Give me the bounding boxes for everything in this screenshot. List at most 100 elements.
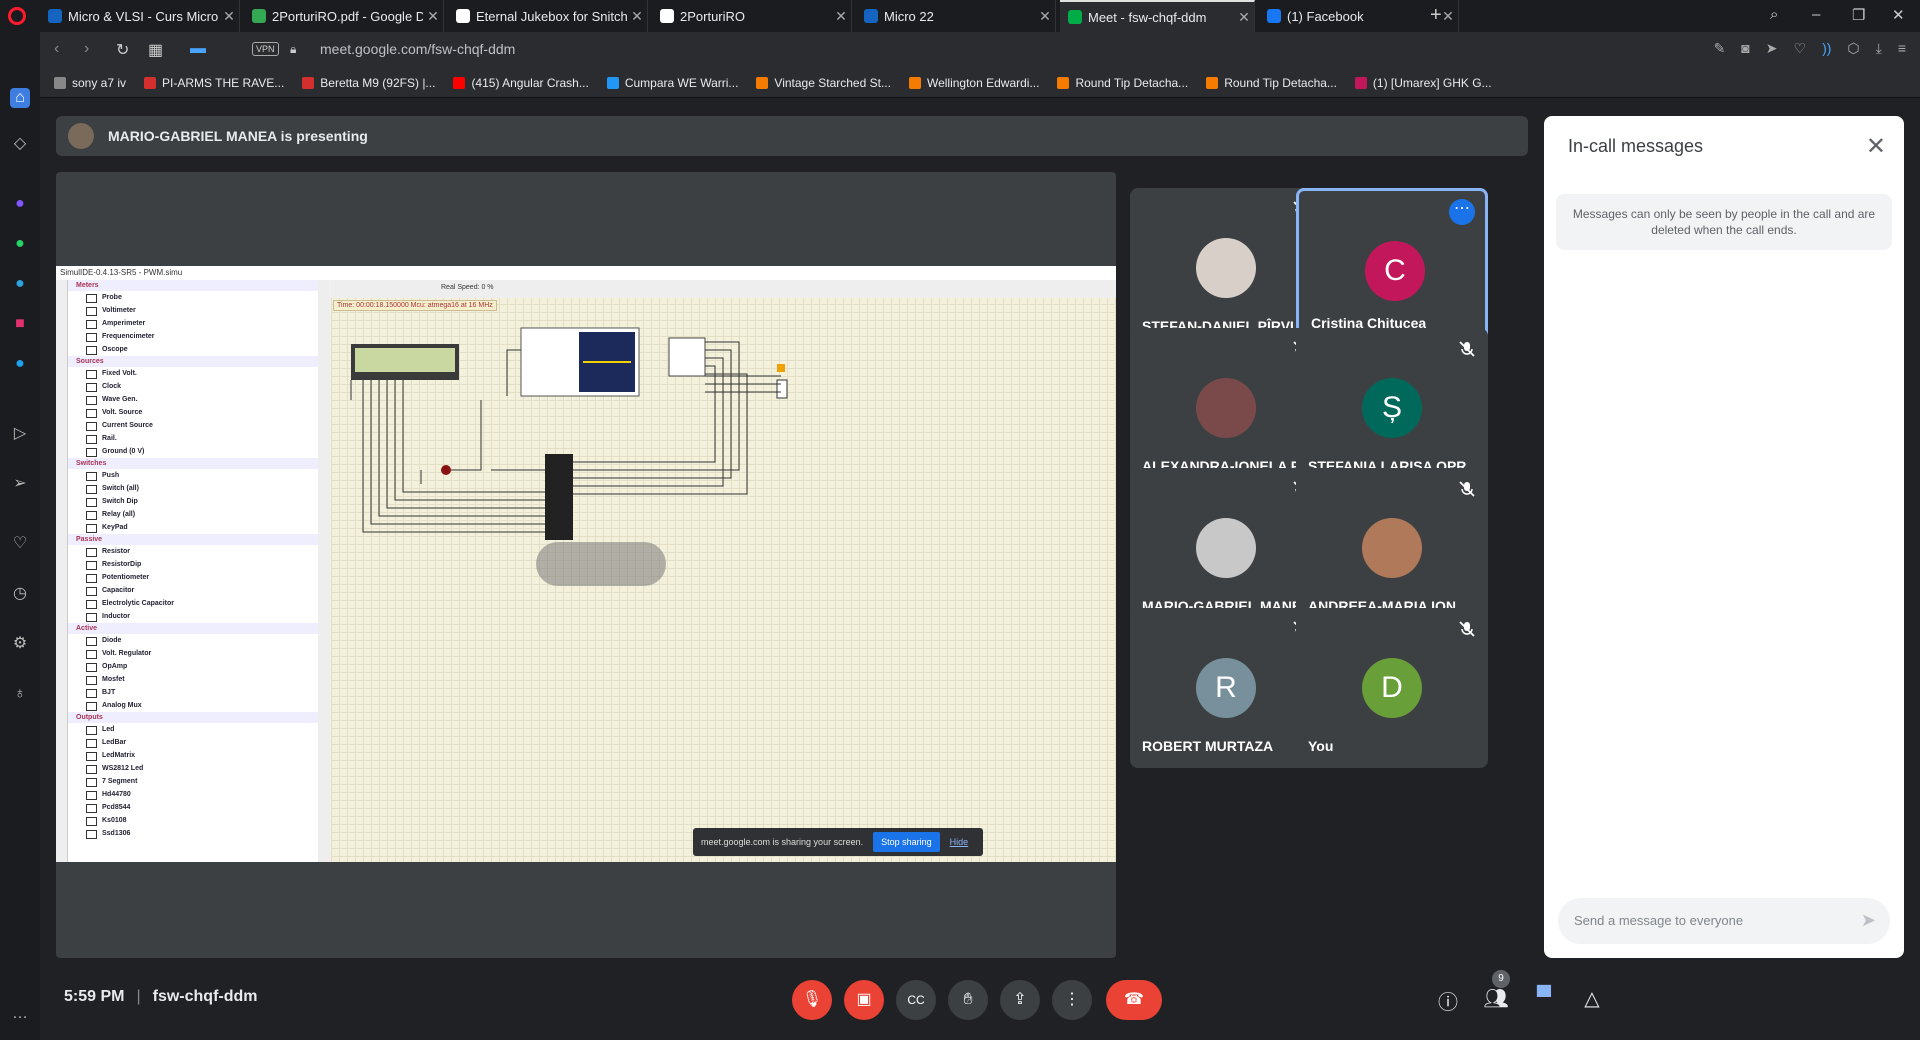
component-item[interactable]: Pcd8544 <box>68 801 318 814</box>
stop-sharing-button[interactable]: Stop sharing <box>873 832 940 852</box>
cube-icon[interactable]: ⬡ <box>1847 40 1859 57</box>
messenger-icon[interactable]: ● <box>10 194 30 214</box>
bookmark-item[interactable]: Round Tip Detacha... <box>1057 76 1188 90</box>
component-item[interactable]: Switch Dip <box>68 495 318 508</box>
more-options-button[interactable]: ⋮ <box>1052 980 1092 1020</box>
instagram-icon[interactable]: ■ <box>10 314 30 334</box>
bookmark-item[interactable]: (415) Angular Crash... <box>453 76 589 90</box>
component-item[interactable]: OpAmp <box>68 660 318 673</box>
edit-icon[interactable]: ✎ <box>1714 40 1726 57</box>
component-item[interactable]: Diode <box>68 634 318 647</box>
component-item[interactable]: LedBar <box>68 736 318 749</box>
component-scrollbar[interactable] <box>318 280 330 862</box>
bookmark-item[interactable]: sony a7 iv <box>54 76 126 90</box>
settings-gear-icon[interactable]: ⚙ <box>10 634 30 654</box>
browser-tab[interactable]: (1) Facebook ✕ <box>1259 0 1459 32</box>
browser-tab[interactable]: Meet - fsw-chqf-ddm ✕ <box>1060 0 1255 32</box>
component-item[interactable]: Voltimeter <box>68 304 318 317</box>
component-item[interactable]: Analog Mux <box>68 699 318 712</box>
presentation-hover-controls[interactable] <box>536 542 666 586</box>
bookmark-item[interactable]: Beretta M9 (92FS) |... <box>302 76 435 90</box>
tab-grid-icon[interactable]: ▦ <box>148 40 163 60</box>
component-item[interactable]: KeyPad <box>68 521 318 534</box>
hide-link[interactable]: Hide <box>950 837 969 847</box>
meeting-details-icon[interactable]: ⓘ <box>1434 986 1462 1015</box>
people-icon[interactable]: 👥︎ <box>1482 986 1510 1011</box>
component-item[interactable]: Led <box>68 723 318 736</box>
component-item[interactable]: Volt. Regulator <box>68 647 318 660</box>
component-item[interactable]: Electrolytic Capacitor <box>68 597 318 610</box>
bookmark-item[interactable]: PI-ARMS THE RAVE... <box>144 76 284 90</box>
tips-bulb-icon[interactable]: ♁ <box>10 684 30 704</box>
raise-hand-button[interactable]: ✋︎ <box>948 980 988 1020</box>
pinboard-icon[interactable]: ◇ <box>10 134 30 154</box>
bookmark-item[interactable]: (1) [Umarex] GHK G... <box>1354 76 1492 90</box>
message-input[interactable]: Send a message to everyone ➤ <box>1558 898 1890 944</box>
bookmarks-heart-icon[interactable]: ♡ <box>10 534 30 554</box>
present-screen-button[interactable]: ⇪ <box>1000 980 1040 1020</box>
url-field[interactable]: meet.google.com/fsw-chqf-ddm <box>320 41 515 57</box>
camera-off-button[interactable]: ▣ <box>844 980 884 1020</box>
participant-tile[interactable]: ALEXANDRA-IONELA P... <box>1130 328 1322 488</box>
component-item[interactable]: Switch (all) <box>68 482 318 495</box>
component-item[interactable]: WS2812 Led <box>68 762 318 775</box>
component-category[interactable]: Passive <box>68 534 318 545</box>
component-item[interactable]: ResistorDip <box>68 558 318 571</box>
participant-tile[interactable]: ANDREEA-MARIA ION <box>1296 468 1488 628</box>
component-category[interactable]: Outputs <box>68 712 318 723</box>
restore-button[interactable]: ❐ <box>1852 6 1865 24</box>
component-item[interactable]: Potentiometer <box>68 571 318 584</box>
menu-icon[interactable]: ≡ <box>1898 40 1906 57</box>
component-item[interactable]: Rail. <box>68 432 318 445</box>
snapshot-icon[interactable]: ◙ <box>1741 40 1749 57</box>
tab-close-icon[interactable]: ✕ <box>1234 9 1254 26</box>
component-item[interactable]: Ground (0 V) <box>68 445 318 458</box>
component-item[interactable]: Mosfet <box>68 673 318 686</box>
new-tab-button[interactable]: + <box>1430 4 1442 27</box>
component-item[interactable]: Resistor <box>68 545 318 558</box>
reload-icon[interactable]: ↻ <box>116 40 129 60</box>
component-item[interactable]: 7 Segment <box>68 775 318 788</box>
component-item[interactable]: Clock <box>68 380 318 393</box>
participant-tile[interactable]: Ș ȘTEFANIA LARISA OPR... <box>1296 328 1488 488</box>
bookmark-item[interactable]: Cumpara WE Warri... <box>606 76 738 90</box>
microphone-off-button[interactable]: 🎙︎ <box>792 980 832 1020</box>
component-item[interactable]: BJT <box>68 686 318 699</box>
chat-icon[interactable]: ▀ <box>1530 986 1558 1009</box>
participant-tile[interactable]: ȘTEFAN-DANIEL PÎRVU... <box>1130 188 1322 348</box>
participant-tile[interactable]: R ROBERT MURTAZA <box>1130 608 1322 768</box>
more-icon[interactable]: … <box>10 1004 30 1024</box>
tab-close-icon[interactable]: ✕ <box>831 8 851 25</box>
component-item[interactable]: Ks0108 <box>68 814 318 827</box>
component-item[interactable]: Inductor <box>68 610 318 623</box>
twitter-icon[interactable]: ● <box>10 354 30 374</box>
opera-logo-icon[interactable] <box>8 7 26 25</box>
camera-icon[interactable]: ▬ <box>190 40 206 58</box>
telegram-icon[interactable]: ● <box>10 274 30 294</box>
component-category[interactable]: Meters <box>68 280 318 291</box>
bookmark-item[interactable]: Wellington Edwardi... <box>908 76 1039 90</box>
bookmark-item[interactable]: Vintage Starched St... <box>756 76 891 90</box>
player-icon[interactable]: ▷ <box>10 424 30 444</box>
component-item[interactable]: LedMatrix <box>68 749 318 762</box>
component-category[interactable]: Switches <box>68 458 318 469</box>
participant-tile[interactable]: C Cristina Chitucea ⋯ <box>1296 188 1488 348</box>
whatsapp-icon[interactable]: ● <box>10 234 30 254</box>
component-item[interactable]: Fixed Volt. <box>68 367 318 380</box>
component-item[interactable]: Wave Gen. <box>68 393 318 406</box>
component-item[interactable]: Oscope <box>68 343 318 356</box>
circuit-canvas[interactable]: Time: 00:00:18.150000 Mcu: atmega16 at 1… <box>331 280 1116 862</box>
component-item[interactable]: Amperimeter <box>68 317 318 330</box>
browser-tab[interactable]: 2PorturiRO.pdf - Google D ✕ <box>244 0 444 32</box>
vpn-badge[interactable]: VPN <box>252 42 279 56</box>
component-item[interactable]: Frequencimeter <box>68 330 318 343</box>
component-item[interactable]: Hd44780 <box>68 788 318 801</box>
participant-tile[interactable]: D You <box>1296 608 1488 768</box>
component-item[interactable]: Ssd1306 <box>68 827 318 840</box>
close-icon[interactable]: ✕ <box>1866 132 1886 161</box>
component-item[interactable]: Push <box>68 469 318 482</box>
close-window-button[interactable]: ✕ <box>1892 6 1905 24</box>
back-icon[interactable]: ‹ <box>54 40 59 58</box>
leave-call-button[interactable]: ☎︎ <box>1106 980 1162 1020</box>
flow-icon[interactable]: ➢ <box>10 474 30 494</box>
